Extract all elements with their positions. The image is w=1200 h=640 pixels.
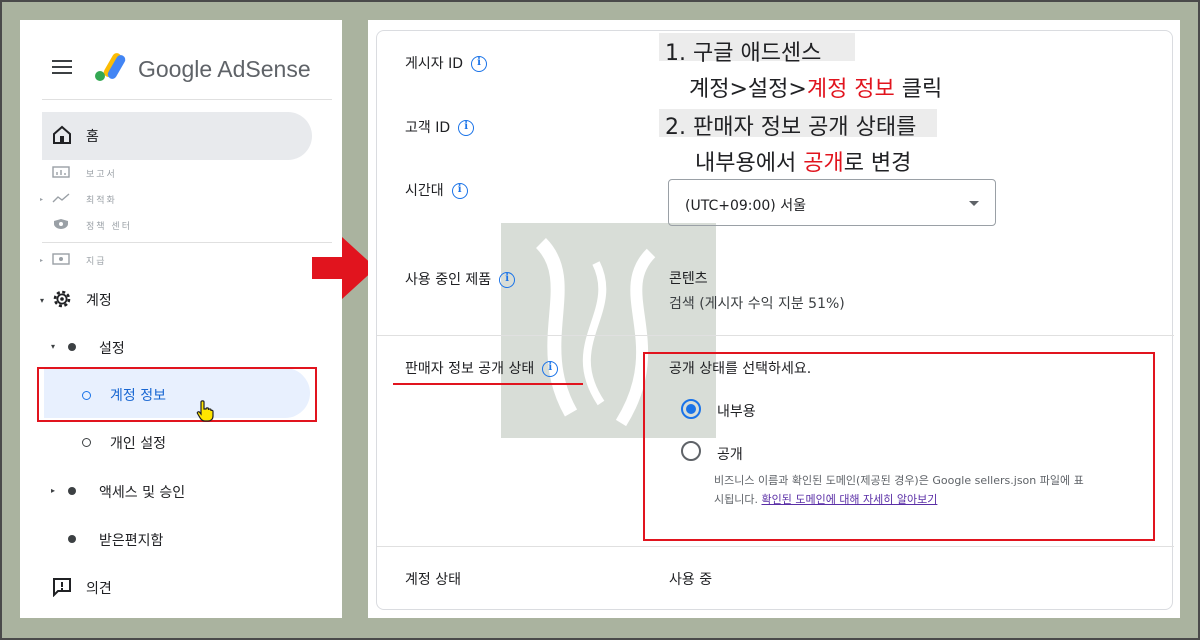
gear-icon [53, 290, 71, 308]
nav-account[interactable]: 계정 [86, 290, 112, 310]
annotation-step1-path: 계정>설정>계정 정보 클릭 [689, 71, 942, 103]
account-status-label: 계정 상태 [405, 572, 461, 588]
annotation-path-text: 계정>설정> [689, 77, 807, 102]
publisher-id-label: 게시자 ID [405, 56, 463, 72]
bullet-icon [68, 535, 76, 543]
circle-bullet-icon [82, 438, 91, 447]
bullet-icon [68, 343, 76, 351]
nav-optimization-label: 최적화 [86, 196, 117, 206]
account-expand-icon[interactable]: ▾ [40, 296, 44, 305]
row-divider [377, 335, 1174, 336]
settings-expand-icon[interactable]: ▾ [51, 342, 55, 351]
annotation-change-highlight: 공개 [803, 151, 844, 176]
nav-home[interactable]: 홈 [42, 112, 312, 160]
info-icon[interactable]: i [458, 120, 475, 136]
reports-icon [52, 166, 70, 178]
sidebar-header: Google AdSense [20, 20, 342, 100]
products-content: 콘텐츠 [669, 271, 708, 287]
nav-reports-label: 보고서 [86, 170, 117, 180]
seller-info-row: 판매자 정보 공개 상태 i [405, 358, 559, 378]
highlight-box-account-info [37, 367, 317, 422]
nav-policy-label: 정책 센터 [86, 222, 132, 232]
annotation-change-suffix: 로 변경 [843, 151, 912, 176]
shield-icon [54, 219, 68, 229]
nav-personal-settings[interactable]: 개인 설정 [110, 433, 166, 453]
row-divider [377, 546, 1174, 547]
pointer-hand-icon [196, 400, 214, 422]
red-underline [393, 383, 583, 385]
access-expand-icon[interactable]: ▸ [51, 486, 55, 495]
timezone-row: 시간대 i [405, 180, 468, 200]
seller-info-label: 판매자 정보 공개 상태 [405, 361, 535, 377]
brand-name: Google AdSense [138, 56, 311, 82]
nav-inbox[interactable]: 받은편지함 [99, 530, 163, 550]
timezone-value: (UTC+09:00) 서울 [685, 198, 806, 214]
dropdown-arrow-icon [969, 201, 979, 206]
annotation-change-text: 내부용에서 [695, 151, 804, 176]
annotation-step2: 2. 판매자 정보 공개 상태를 [665, 115, 917, 140]
products-row: 사용 중인 제품 i [405, 269, 516, 289]
info-icon[interactable]: i [471, 56, 487, 72]
account-info-panel: 게시자 ID i 1. 구글 애드센스 계정>설정>계정 정보 클릭 고객 ID i… [368, 20, 1180, 618]
customer-id-label: 고객 ID [405, 120, 451, 136]
menu-icon[interactable] [52, 60, 72, 76]
annotation-path-highlight: 계정 정보 [806, 77, 895, 102]
account-status-value: 사용 중 [669, 572, 713, 588]
info-icon[interactable]: i [499, 272, 516, 288]
annotation-path-action: 클릭 [894, 77, 943, 102]
publisher-id-row: 게시자 ID i [405, 53, 487, 73]
customer-id-row: 고객 ID i [405, 117, 475, 137]
header-divider [42, 99, 332, 100]
account-details-card: 게시자 ID i 1. 구글 애드센스 계정>설정>계정 정보 클릭 고객 ID i… [376, 30, 1174, 610]
nav-feedback[interactable]: 의견 [86, 578, 112, 598]
nav-home-label: 홈 [86, 129, 99, 145]
products-search: 검색 (게시자 수익 지분 51%) [669, 296, 845, 312]
feedback-icon [53, 578, 71, 597]
highlight-box-seller-visibility [643, 352, 1155, 541]
timezone-select[interactable]: (UTC+09:00) 서울 [668, 179, 996, 226]
info-icon[interactable]: i [451, 183, 468, 199]
sidebar: Google AdSense 홈 보고서 ▸ 최적화 정책 센터 ▸ 지급 ▾ … [20, 20, 342, 618]
nav-settings[interactable]: 설정 [99, 338, 125, 358]
trend-icon [52, 193, 70, 203]
red-arrow-icon [312, 237, 376, 299]
home-icon [53, 125, 71, 144]
expand-arrow-icon: ▸ [40, 196, 44, 203]
info-icon[interactable]: i [542, 361, 559, 377]
nav-payments-label: 지급 [86, 257, 107, 267]
expand-arrow-icon: ▸ [40, 257, 44, 264]
annotation-step2-detail: 내부용에서 공개로 변경 [695, 145, 911, 177]
adsense-logo-icon [95, 53, 126, 81]
annotation-step1: 1. 구글 애드센스 [665, 41, 822, 66]
section-divider [42, 242, 332, 243]
timezone-label: 시간대 [405, 183, 444, 199]
bullet-icon [68, 487, 76, 495]
products-label: 사용 중인 제품 [405, 272, 492, 288]
nav-access[interactable]: 액세스 및 승인 [99, 482, 185, 502]
payments-icon [52, 253, 70, 265]
